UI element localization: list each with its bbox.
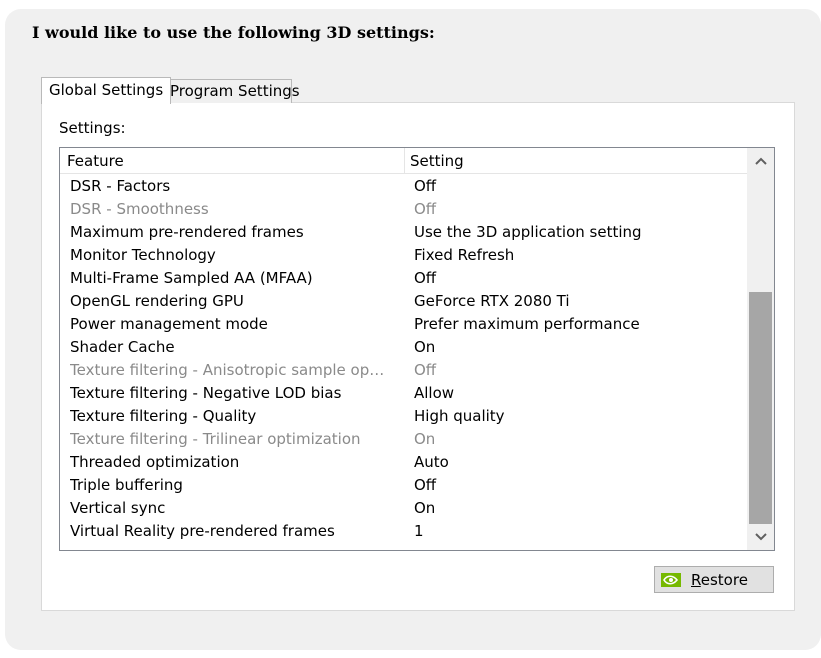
tab-program-settings[interactable]: Program Settings: [162, 79, 300, 103]
setting-cell[interactable]: On: [414, 428, 435, 451]
table-row[interactable]: Threaded optimization Auto: [60, 451, 747, 474]
column-header-setting[interactable]: Setting: [410, 152, 464, 170]
feature-cell: Maximum pre-rendered frames: [70, 223, 304, 241]
feature-cell: OpenGL rendering GPU: [70, 292, 244, 310]
nvidia-logo-icon: [661, 572, 681, 587]
setting-cell[interactable]: High quality: [414, 405, 505, 428]
setting-cell[interactable]: Off: [414, 474, 436, 497]
tab-global-settings[interactable]: Global Settings: [41, 77, 172, 104]
table-row[interactable]: Texture filtering - Quality High quality: [60, 405, 747, 428]
setting-cell[interactable]: Use the 3D application setting: [414, 221, 642, 244]
column-divider[interactable]: [404, 148, 405, 173]
table-row[interactable]: DSR - Factors Off: [60, 175, 747, 198]
table-row[interactable]: OpenGL rendering GPU GeForce RTX 2080 Ti: [60, 290, 747, 313]
table-row[interactable]: DSR - Smoothness Off: [60, 198, 747, 221]
chevron-down-icon: [754, 533, 767, 541]
table-row[interactable]: Texture filtering - Trilinear optimizati…: [60, 428, 747, 451]
list-header: Feature Setting: [60, 148, 747, 174]
setting-cell[interactable]: Off: [414, 267, 436, 290]
table-row[interactable]: Vertical sync On: [60, 497, 747, 520]
scroll-up-button[interactable]: [747, 148, 774, 174]
feature-cell: Monitor Technology: [70, 246, 216, 264]
feature-cell: Texture filtering - Quality: [70, 407, 257, 425]
feature-cell: Power management mode: [70, 315, 268, 333]
table-row[interactable]: Multi-Frame Sampled AA (MFAA) Off: [60, 267, 747, 290]
setting-cell[interactable]: On: [414, 497, 435, 520]
setting-cell[interactable]: Fixed Refresh: [414, 244, 514, 267]
table-row[interactable]: Texture filtering - Negative LOD bias All…: [60, 382, 747, 405]
setting-cell[interactable]: Auto: [414, 451, 449, 474]
feature-cell: Texture filtering - Negative LOD bias: [70, 384, 342, 402]
feature-cell: Triple buffering: [70, 476, 183, 494]
chevron-up-icon: [754, 157, 767, 165]
feature-cell: Virtual Reality pre-rendered frames: [70, 522, 335, 540]
feature-cell: Multi-Frame Sampled AA (MFAA): [70, 269, 313, 287]
feature-cell: Threaded optimization: [70, 453, 240, 471]
setting-cell[interactable]: Prefer maximum performance: [414, 313, 640, 336]
feature-cell: Vertical sync: [70, 499, 166, 517]
vertical-scrollbar[interactable]: [747, 148, 774, 550]
restore-button[interactable]: Restore: [654, 566, 774, 593]
table-row[interactable]: Texture filtering - Anisotropic sample o…: [60, 359, 747, 382]
setting-cell[interactable]: 1: [414, 520, 424, 543]
column-header-feature[interactable]: Feature: [67, 152, 124, 170]
table-row[interactable]: Shader Cache On: [60, 336, 747, 359]
setting-cell[interactable]: GeForce RTX 2080 Ti: [414, 290, 570, 313]
scroll-down-button[interactable]: [747, 524, 774, 550]
table-row[interactable]: Maximum pre-rendered frames Use the 3D ap…: [60, 221, 747, 244]
feature-cell: DSR - Factors: [70, 177, 171, 195]
page-heading: I would like to use the following 3D set…: [32, 23, 435, 42]
feature-cell: Texture filtering - Anisotropic sample o…: [70, 361, 390, 379]
setting-cell[interactable]: Allow: [414, 382, 454, 405]
table-row[interactable]: Virtual Reality pre-rendered frames 1: [60, 520, 747, 543]
setting-cell[interactable]: Off: [414, 198, 436, 221]
restore-label: Restore: [691, 570, 748, 589]
settings-rows: DSR - Factors Off DSR - Smoothness Off Maxim…: [60, 175, 747, 543]
feature-cell: DSR - Smoothness: [70, 200, 209, 218]
setting-cell[interactable]: On: [414, 336, 435, 359]
feature-cell: Shader Cache: [70, 338, 175, 356]
setting-cell[interactable]: Off: [414, 175, 436, 198]
feature-cell: Texture filtering - Trilinear optimizati…: [70, 430, 361, 448]
table-row[interactable]: Triple buffering Off: [60, 474, 747, 497]
settings-label: Settings:: [59, 119, 126, 137]
settings-list[interactable]: Feature Setting DSR - Factors Off DSR - Sm…: [59, 147, 775, 551]
scroll-thumb[interactable]: [749, 292, 772, 524]
table-row[interactable]: Monitor Technology Fixed Refresh: [60, 244, 747, 267]
table-row[interactable]: Power management mode Prefer maximum perf…: [60, 313, 747, 336]
setting-cell[interactable]: Off: [414, 359, 436, 382]
